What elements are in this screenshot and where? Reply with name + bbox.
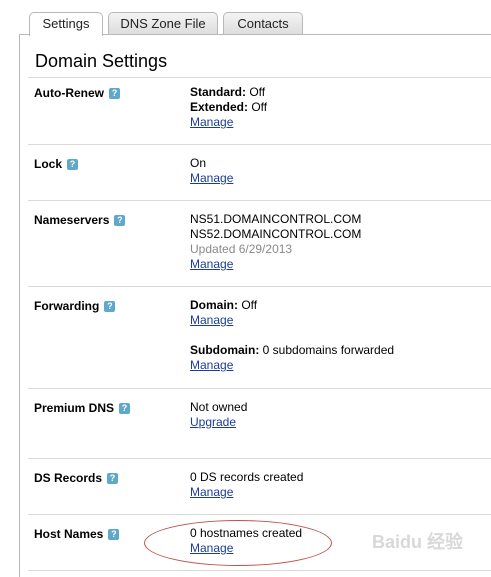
row-nameservers: Nameservers ? NS51.DOMAINCONTROL.COM NS5… xyxy=(28,200,491,286)
watermark: Baidu 经验 xyxy=(372,532,464,552)
nameservers-updated: Updated 6/29/2013 xyxy=(190,242,293,256)
forwarding-label-text: Forwarding xyxy=(34,299,100,313)
ds-records-status: 0 DS records created xyxy=(190,470,304,484)
nameservers-label-text: Nameservers xyxy=(34,213,110,227)
help-icon[interactable]: ? xyxy=(104,300,116,312)
extended-value: Off xyxy=(248,100,268,114)
host-names-label: Host Names ? xyxy=(34,527,120,541)
manage-domain-forwarding-link[interactable]: Manage xyxy=(190,313,233,327)
ds-records-label: DS Records ? xyxy=(34,471,119,485)
page-title: Domain Settings xyxy=(35,51,168,71)
row-auto-renew: Auto-Renew ? Standard: Off Extended: Off… xyxy=(28,77,491,144)
auto-renew-value: Standard: Off Extended: Off Manage xyxy=(190,85,267,130)
lock-value: On Manage xyxy=(190,156,233,186)
subdomain-key: Subdomain: xyxy=(190,343,260,357)
tab-settings[interactable]: Settings xyxy=(29,12,103,36)
host-names-label-text: Host Names xyxy=(34,527,104,541)
help-icon[interactable]: ? xyxy=(119,402,131,414)
standard-value: Off xyxy=(246,85,266,99)
premium-dns-label: Premium DNS ? xyxy=(34,401,131,415)
ds-records-value: 0 DS records created Manage xyxy=(190,470,303,500)
annotation-ellipse xyxy=(144,520,332,566)
upgrade-premium-dns-link[interactable]: Upgrade xyxy=(190,415,236,429)
manage-auto-renew-link[interactable]: Manage xyxy=(190,115,233,129)
row-lock: Lock ? On Manage xyxy=(28,144,491,200)
row-ds-records: DS Records ? 0 DS records created Manage xyxy=(28,458,491,514)
row-premium-dns: Premium DNS ? Not owned Upgrade xyxy=(28,388,491,458)
extended-key: Extended: xyxy=(190,100,249,114)
nameservers-label: Nameservers ? xyxy=(34,213,126,227)
help-icon[interactable]: ? xyxy=(114,214,126,226)
help-icon[interactable]: ? xyxy=(67,158,79,170)
manage-subdomain-forwarding-link[interactable]: Manage xyxy=(190,358,233,372)
auto-renew-label: Auto-Renew ? xyxy=(34,86,120,100)
row-forwarding: Forwarding ? Domain: Off Manage Subdomai… xyxy=(28,286,491,388)
tab-dns-zone-file[interactable]: DNS Zone File xyxy=(108,12,218,35)
forwarding-value: Domain: Off Manage Subdomain: 0 subdomai… xyxy=(190,298,394,373)
help-icon[interactable]: ? xyxy=(108,528,120,540)
lock-label: Lock ? xyxy=(34,157,79,171)
premium-dns-label-text: Premium DNS xyxy=(34,401,115,415)
auto-renew-label-text: Auto-Renew xyxy=(34,86,104,100)
help-icon[interactable]: ? xyxy=(107,472,119,484)
tab-contacts[interactable]: Contacts xyxy=(223,12,303,35)
domain-key: Domain: xyxy=(190,298,238,312)
standard-key: Standard: xyxy=(190,85,247,99)
help-icon[interactable]: ? xyxy=(109,87,120,99)
manage-ds-records-link[interactable]: Manage xyxy=(190,485,233,499)
domain-value: Off xyxy=(238,298,258,312)
lock-label-text: Lock xyxy=(34,157,63,171)
nameserver-2: NS52.DOMAINCONTROL.COM xyxy=(190,227,362,241)
premium-dns-status: Not owned xyxy=(190,400,248,414)
manage-nameservers-link[interactable]: Manage xyxy=(190,257,233,271)
ds-records-label-text: DS Records xyxy=(34,471,103,485)
manage-lock-link[interactable]: Manage xyxy=(190,171,233,185)
lock-status: On xyxy=(190,156,207,170)
subdomain-value: 0 subdomains forwarded xyxy=(259,343,395,357)
nameserver-1: NS51.DOMAINCONTROL.COM xyxy=(190,212,362,226)
forwarding-label: Forwarding ? xyxy=(34,299,116,313)
premium-dns-value: Not owned Upgrade xyxy=(190,400,247,430)
nameservers-value: NS51.DOMAINCONTROL.COM NS52.DOMAINCONTRO… xyxy=(190,212,361,272)
